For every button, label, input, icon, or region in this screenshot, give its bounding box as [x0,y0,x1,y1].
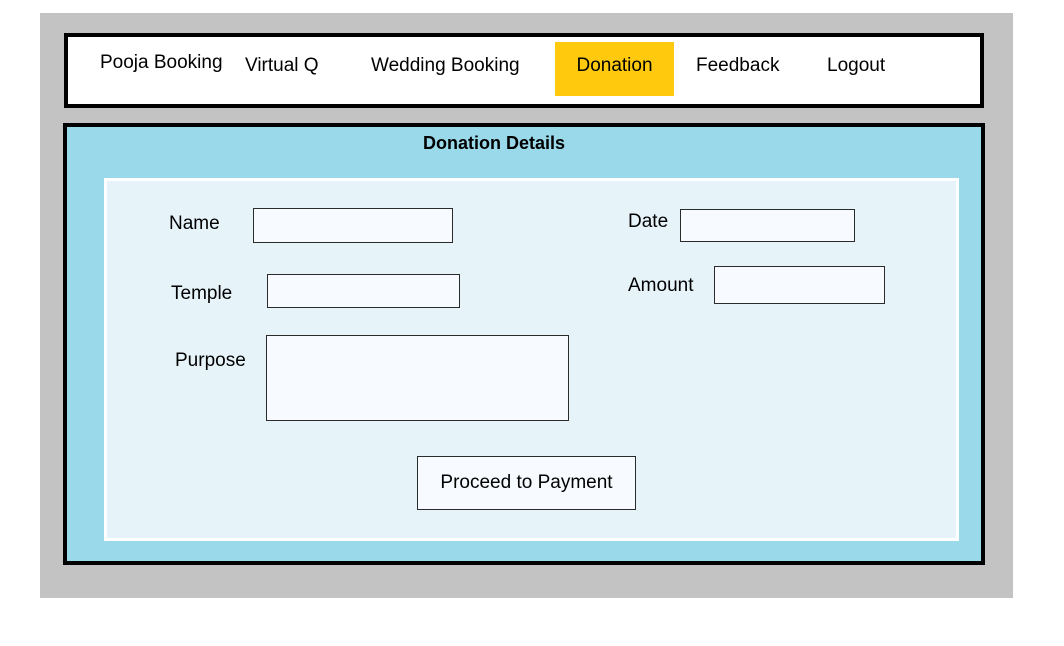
name-input[interactable] [253,208,453,243]
purpose-label: Purpose [175,350,246,371]
nav-item-feedback[interactable]: Feedback [696,55,779,77]
name-label: Name [169,213,220,234]
purpose-textarea[interactable] [266,335,569,421]
temple-input[interactable] [267,274,460,308]
nav-item-donation[interactable]: Donation [555,42,674,96]
date-label: Date [628,211,669,232]
temple-label: Temple [171,283,233,304]
date-input[interactable] [680,209,855,242]
nav-item-virtual-q[interactable]: Virtual Q [245,55,319,77]
amount-label: Amount [628,275,694,296]
panel-title: Donation Details [423,133,566,153]
proceed-to-payment-button[interactable]: Proceed to Payment [417,456,636,510]
amount-input[interactable] [714,266,885,304]
nav-item-logout[interactable]: Logout [827,55,885,77]
nav-item-wedding-booking[interactable]: Wedding Booking [371,55,520,77]
nav-item-pooja-booking[interactable]: Pooja Booking [100,52,223,74]
